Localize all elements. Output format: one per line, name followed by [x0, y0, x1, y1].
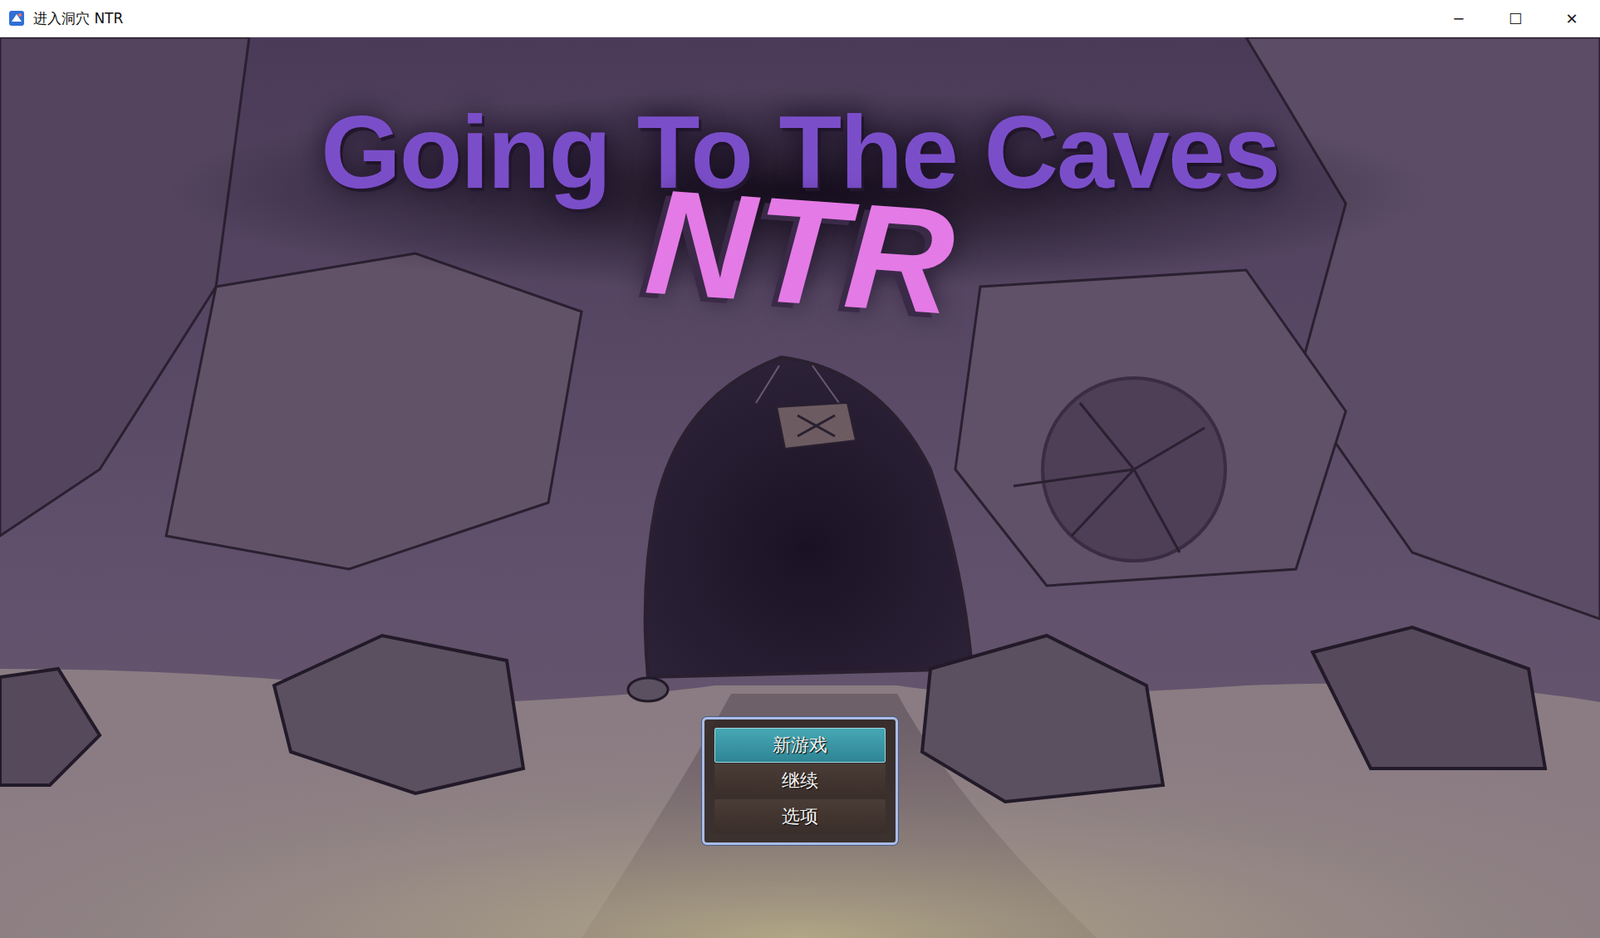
menu-label: 新游戏 [772, 732, 828, 758]
menu-item[interactable]: 选项 [714, 799, 886, 835]
menu-label: 选项 [781, 804, 819, 830]
window-controls: ─☐✕ [1430, 0, 1600, 37]
title-menu: 新游戏继续选项 [701, 716, 899, 845]
app-icon [8, 9, 25, 27]
logo-subtitle: NTR [641, 166, 959, 338]
title-area: 进入洞穴 NTR [0, 9, 1431, 29]
title-bar: 进入洞穴 NTR ─☐✕ [0, 0, 1600, 38]
window-title: 进入洞穴 NTR [33, 9, 123, 29]
game-logo: Going To The CavesNTR [0, 95, 1600, 327]
menu-item[interactable]: 新游戏 [714, 727, 886, 763]
maximize-button[interactable]: ☐ [1487, 0, 1544, 37]
logo-title: Going To The Caves [320, 95, 1280, 209]
close-button[interactable]: ✕ [1543, 0, 1600, 37]
menu-label: 继续 [781, 768, 819, 794]
menu-item[interactable]: 继续 [714, 763, 886, 799]
game-screen[interactable]: Going To The CavesNTR 新游戏继续选项 [0, 37, 1600, 938]
minimize-button[interactable]: ─ [1430, 0, 1488, 37]
